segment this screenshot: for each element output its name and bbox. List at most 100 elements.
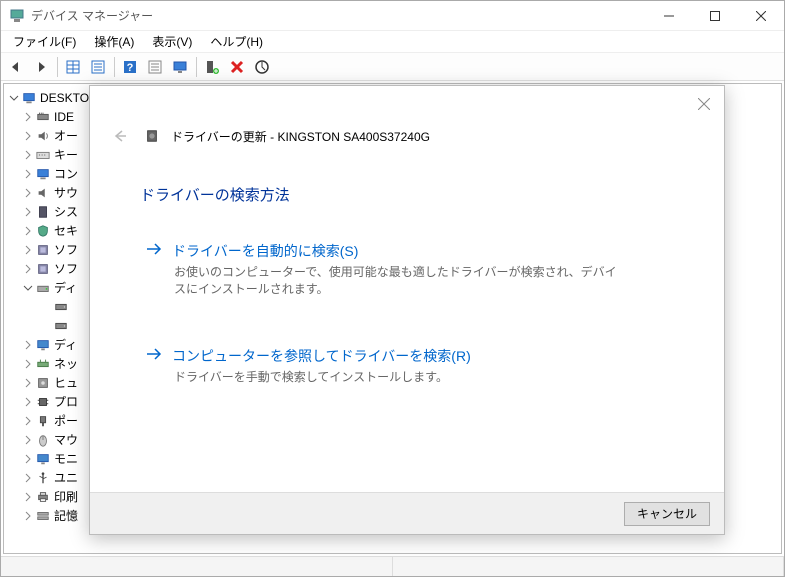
tree-node-label: プロ <box>54 393 78 410</box>
menubar: ファイル(F) 操作(A) 表示(V) ヘルプ(H) <box>1 31 784 53</box>
properties-icon[interactable] <box>86 55 110 79</box>
arrow-right-icon <box>146 242 162 260</box>
scan-icon[interactable] <box>250 55 274 79</box>
mouse-icon <box>35 432 51 448</box>
dialog-close-button[interactable] <box>692 92 716 116</box>
back-arrow-icon[interactable] <box>4 55 28 79</box>
chevron-right-icon[interactable] <box>22 263 34 275</box>
option-title: コンピューターを参照してドライバーを検索(R) <box>172 346 471 366</box>
option-browse-computer[interactable]: コンピューターを参照してドライバーを検索(R) ドライバーを手動で検索してインス… <box>140 340 684 406</box>
chevron-right-icon[interactable] <box>22 453 34 465</box>
tree-node-label: DESKTO <box>40 91 89 105</box>
maximize-button[interactable] <box>692 1 738 31</box>
chevron-right-icon[interactable] <box>22 225 34 237</box>
chevron-right-icon[interactable] <box>22 244 34 256</box>
help-icon[interactable]: ? <box>118 55 142 79</box>
toolbar: ? <box>1 53 784 81</box>
option-search-automatically[interactable]: ドライバーを自動的に検索(S) お使いのコンピューターで、使用可能な最も適したド… <box>140 235 684 318</box>
tree-node-label: ユニ <box>54 469 78 486</box>
chevron-right-icon[interactable] <box>22 396 34 408</box>
system-icon <box>35 204 51 220</box>
ide-icon <box>35 109 51 125</box>
menu-action[interactable]: 操作(A) <box>86 31 142 52</box>
arrow-right-icon <box>146 347 162 365</box>
option-description: ドライバーを手動で検索してインストールします。 <box>174 369 624 386</box>
dialog-title-prefix: ドライバーの更新 - <box>171 130 277 144</box>
chevron-down-icon[interactable] <box>8 92 20 104</box>
chevron-right-icon[interactable] <box>22 149 34 161</box>
option-description: お使いのコンピューターで、使用可能な最も適したドライバーが検索され、デバイスにイ… <box>174 264 624 298</box>
tree-node-label: 印刷 <box>54 488 78 505</box>
chevron-right-icon[interactable] <box>22 358 34 370</box>
tree-node-label: キー <box>54 146 78 163</box>
close-button[interactable] <box>738 1 784 31</box>
update-driver-dialog: ドライバーの更新 - KINGSTON SA400S37240G ドライバーの検… <box>89 85 725 535</box>
back-arrow-icon[interactable] <box>110 126 130 146</box>
list-icon[interactable] <box>143 55 167 79</box>
dialog-body: ドライバーの検索方法 ドライバーを自動的に検索(S) お使いのコンピューターで、… <box>90 154 724 405</box>
dialog-header: ドライバーの更新 - KINGSTON SA400S37240G <box>90 86 724 154</box>
monitor-scan-icon[interactable] <box>168 55 192 79</box>
tree-node-label: ディ <box>54 336 77 353</box>
drive-icon <box>53 299 69 315</box>
drive-icon <box>53 318 69 334</box>
forward-arrow-icon[interactable] <box>29 55 53 79</box>
chevron-right-icon[interactable] <box>22 434 34 446</box>
tree-node-label: オー <box>54 127 78 144</box>
device-add-icon[interactable] <box>200 55 224 79</box>
window-title: デバイス マネージャー <box>31 7 646 24</box>
computer-icon <box>21 90 37 106</box>
port-icon <box>35 413 51 429</box>
software-icon <box>35 261 51 277</box>
menu-view[interactable]: 表示(V) <box>144 31 200 52</box>
delete-icon[interactable] <box>225 55 249 79</box>
tree-node-label: ポー <box>54 412 78 429</box>
disk-icon <box>35 280 51 296</box>
display-icon <box>35 337 51 353</box>
chevron-right-icon[interactable] <box>22 168 34 180</box>
chevron-right-icon[interactable] <box>22 187 34 199</box>
chevron-right-icon[interactable] <box>22 472 34 484</box>
tree-node-label: ネッ <box>54 355 78 372</box>
tree-node-label: ソフ <box>54 241 78 258</box>
chevron-right-icon[interactable] <box>22 415 34 427</box>
chevron-right-icon[interactable] <box>22 111 34 123</box>
sound-icon <box>35 185 51 201</box>
cancel-button[interactable]: キャンセル <box>624 502 710 526</box>
audio-icon <box>35 128 51 144</box>
security-icon <box>35 223 51 239</box>
minimize-button[interactable] <box>646 1 692 31</box>
tree-node-label: IDE <box>54 110 74 124</box>
toolbar-separator <box>114 57 115 77</box>
tree-node-label: ヒュ <box>54 374 78 391</box>
chevron-right-icon[interactable] <box>22 510 34 522</box>
device-manager-icon <box>9 8 25 24</box>
chevron-right-icon[interactable] <box>22 206 34 218</box>
tree-node-label: ソフ <box>54 260 78 277</box>
tree-node-label: 記憶 <box>54 507 78 524</box>
tree-node-label: モニ <box>54 450 78 467</box>
status-cell <box>393 557 785 576</box>
dialog-footer: キャンセル <box>90 492 724 534</box>
chevron-right-icon[interactable] <box>22 130 34 142</box>
chevron-down-icon[interactable] <box>22 282 34 294</box>
dialog-heading: ドライバーの検索方法 <box>140 184 684 205</box>
status-cell <box>1 557 393 576</box>
tree-node-label: サウ <box>54 184 78 201</box>
statusbar <box>1 556 784 576</box>
drive-icon <box>144 128 160 144</box>
toolbar-separator <box>57 57 58 77</box>
tree-node-label: シス <box>54 203 78 220</box>
tree-node-label: セキ <box>54 222 78 239</box>
chevron-right-icon[interactable] <box>22 377 34 389</box>
dialog-device-name: KINGSTON SA400S37240G <box>277 130 430 144</box>
option-title: ドライバーを自動的に検索(S) <box>172 241 358 261</box>
chevron-right-icon[interactable] <box>22 491 34 503</box>
menu-file[interactable]: ファイル(F) <box>5 31 84 52</box>
chevron-right-icon[interactable] <box>22 339 34 351</box>
storage-icon <box>35 508 51 524</box>
menu-help[interactable]: ヘルプ(H) <box>202 31 271 52</box>
svg-text:?: ? <box>127 62 134 74</box>
printer-icon <box>35 489 51 505</box>
table-icon[interactable] <box>61 55 85 79</box>
